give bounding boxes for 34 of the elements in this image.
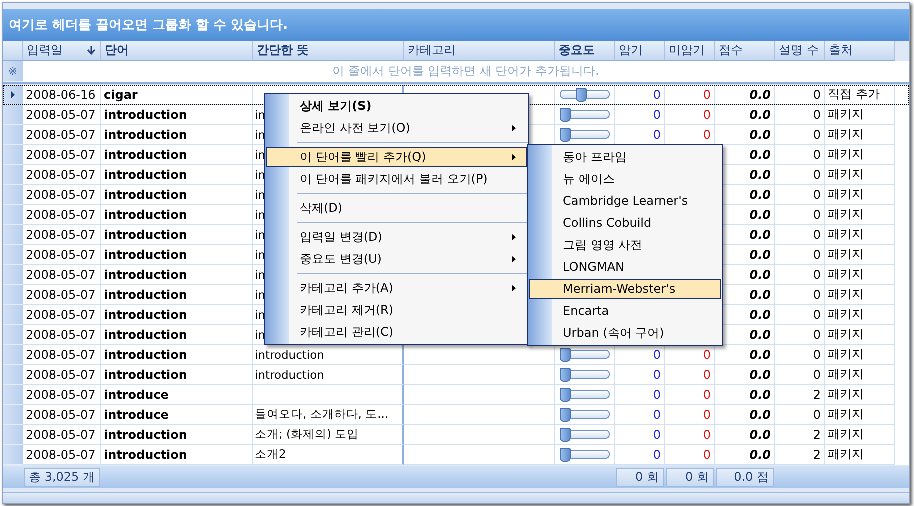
unmemorized-count: 0 [703, 128, 711, 142]
unmemorized-count: 0 [703, 388, 711, 402]
unmemorized-total: 0 회 [666, 468, 714, 486]
meaning-text: 소개; (화제의) 도입 [255, 427, 360, 442]
unmemorized-count: 0 [703, 408, 711, 422]
memorized-total: 0 회 [616, 468, 664, 486]
unmemorized-count: 0 [703, 368, 711, 382]
new-row-marker: ※ [3, 61, 23, 82]
meaning-text: introduction [255, 368, 324, 382]
memorized-count: 0 [653, 108, 661, 122]
date-cell: 2008-05-07 [23, 445, 101, 465]
source-cell: 패키지 [825, 445, 895, 465]
memorized-count: 0 [653, 408, 661, 422]
word-cell: introduction [101, 445, 253, 465]
group-by-hint: 여기로 헤더를 끌어오면 그룹화 할 수 있습니다. [9, 17, 288, 34]
memorized-count: 0 [653, 348, 661, 362]
memorized-count: 0 [653, 428, 661, 442]
meaning-text: introduction [255, 348, 324, 362]
unmemorized-count: 0 [703, 88, 711, 102]
memorized-count: 0 [653, 448, 661, 462]
memorized-count: 0 [653, 388, 661, 402]
memorized-count: 0 [653, 368, 661, 382]
unmemorized-count: 0 [703, 428, 711, 442]
score-cell: 0.0 [715, 445, 775, 465]
explanation-count-cell: 2 [775, 445, 825, 465]
memorized-count: 0 [653, 88, 661, 102]
meaning-text: 소개2 [255, 447, 286, 462]
unmemorized-count: 0 [703, 348, 711, 362]
memorized-count: 0 [653, 128, 661, 142]
total-count: 총 3,025 개 [24, 468, 100, 486]
unmemorized-count: 0 [703, 448, 711, 462]
meaning-text: 들여오다, 소개하다, 도... [255, 407, 389, 422]
score-total: 0.0 점 [716, 468, 774, 486]
unmemorized-count: 0 [703, 108, 711, 122]
